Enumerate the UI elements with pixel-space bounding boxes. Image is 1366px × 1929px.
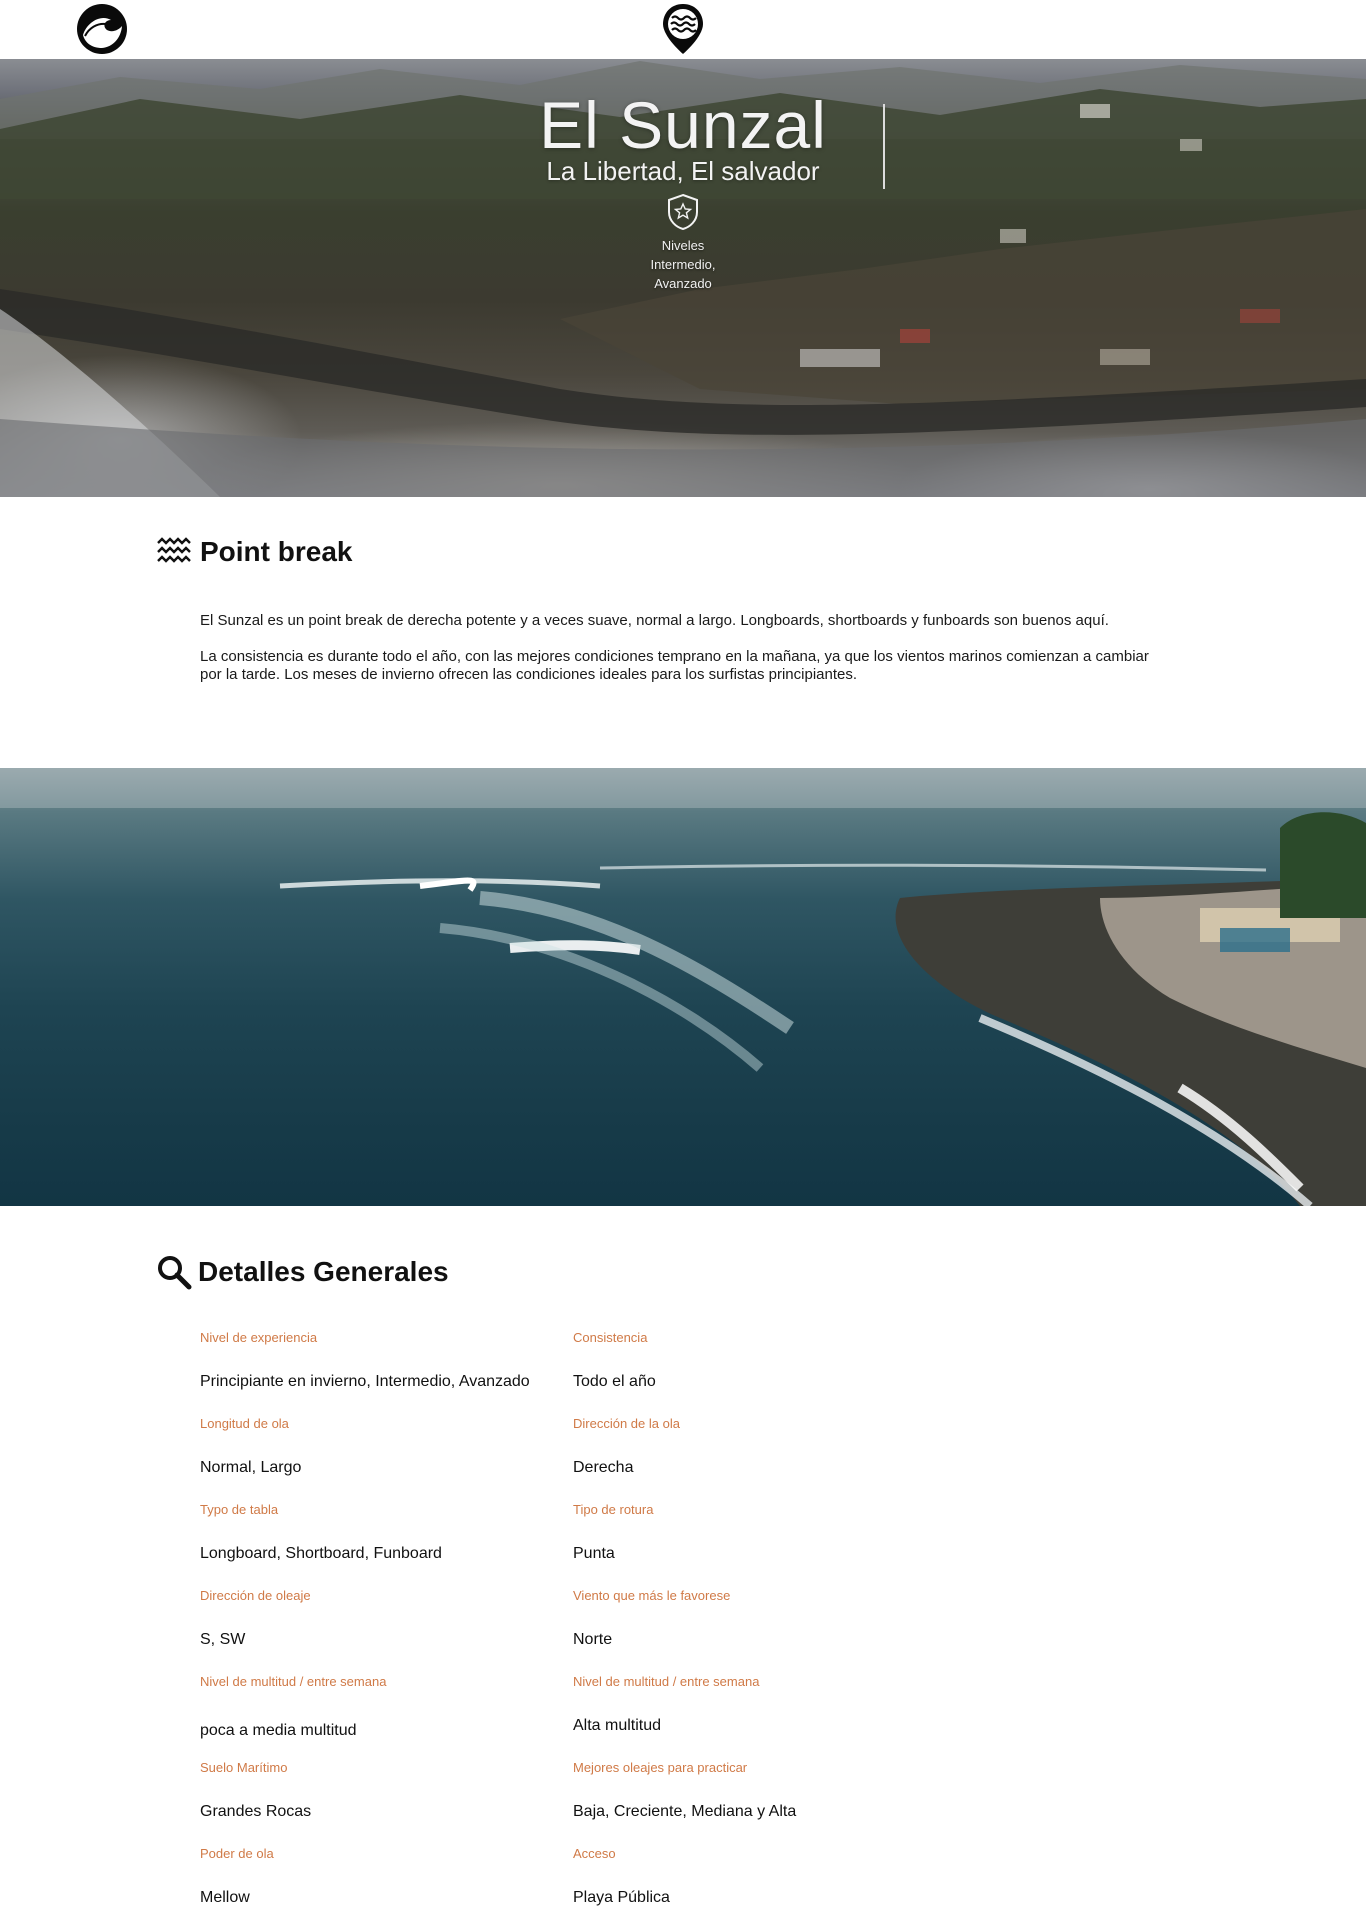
detail-value: Norte xyxy=(573,1631,613,1648)
detail-value: poca a media multitud xyxy=(200,1722,357,1739)
detail-label: Dirección de oleaje xyxy=(200,1588,311,1603)
detail-label: Acceso xyxy=(573,1846,616,1861)
page-title: El Sunzal xyxy=(539,88,827,162)
detail-value: Derecha xyxy=(573,1459,634,1476)
detail-label: Suelo Marítimo xyxy=(200,1760,288,1775)
detail-value: Normal, Largo xyxy=(200,1459,302,1476)
detail-item: Typo de tabla Longboard, Shortboard, Fun… xyxy=(200,1502,560,1563)
search-icon xyxy=(158,1256,192,1290)
detail-label: Consistencia xyxy=(573,1330,648,1345)
detail-label: Dirección de la ola xyxy=(573,1416,680,1431)
detail-item: Acceso Playa Pública xyxy=(573,1846,933,1907)
detail-label: Tipo de rotura xyxy=(573,1502,654,1517)
detail-item: Nivel de multitud / entre semana poca a … xyxy=(200,1674,560,1740)
detail-item: Nivel de multitud / entre semana Alta mu… xyxy=(573,1674,933,1735)
levels-label: Niveles xyxy=(661,238,705,253)
section-title: Detalles Generales xyxy=(198,1256,449,1287)
location-pin-waves-icon[interactable] xyxy=(660,2,706,56)
detail-value: Punta xyxy=(573,1545,615,1562)
detail-value: Principiante en invierno, Intermedio, Av… xyxy=(200,1373,530,1390)
detail-value: S, SW xyxy=(200,1631,246,1648)
detail-item: Longitud de ola Normal, Largo xyxy=(200,1416,560,1477)
star-shield-icon xyxy=(668,193,698,231)
detail-item: Poder de ola Mellow xyxy=(200,1846,560,1907)
detail-value: Alta multitud xyxy=(573,1717,662,1734)
hero-banner: El Sunzal La Libertad, El salvador Nivel… xyxy=(0,59,1366,497)
detail-item: Nivel de experiencia Principiante en inv… xyxy=(200,1330,560,1391)
detail-label: Mejores oleajes para practicar xyxy=(573,1760,748,1775)
detail-label: Nivel de experiencia xyxy=(200,1330,318,1345)
detail-item: Dirección de la ola Derecha xyxy=(573,1416,933,1477)
detail-value: Baja, Creciente, Mediana y Alta xyxy=(573,1803,797,1820)
waves-icon xyxy=(157,537,191,563)
top-bar xyxy=(0,0,1366,59)
levels-value-line2: Avanzado xyxy=(654,276,712,291)
detail-label: Viento que más le favorese xyxy=(573,1588,731,1603)
description: El Sunzal es un point break de derecha p… xyxy=(200,612,1170,702)
point-break-heading-row: Point break xyxy=(156,536,352,568)
detail-label: Nivel de multitud / entre semana xyxy=(200,1674,387,1689)
detail-item: Consistencia Todo el año xyxy=(573,1330,933,1391)
description-paragraph: El Sunzal es un point break de derecha p… xyxy=(200,612,1109,629)
detail-value: Playa Pública xyxy=(573,1889,670,1906)
detail-value: Mellow xyxy=(200,1889,250,1906)
detail-item: Suelo Marítimo Grandes Rocas xyxy=(200,1760,560,1821)
detail-value: Grandes Rocas xyxy=(200,1803,312,1820)
detail-label: Poder de ola xyxy=(200,1846,274,1861)
levels-value-line1: Intermedio, xyxy=(650,257,716,272)
wave-logo-icon[interactable] xyxy=(75,2,129,56)
detail-item: Viento que más le favorese Norte xyxy=(573,1588,933,1649)
detail-value: Longboard, Shortboard, Funboard xyxy=(200,1545,442,1562)
details-heading-row: Detalles Generales xyxy=(156,1254,449,1290)
description-paragraph: La consistencia es durante todo el año, … xyxy=(200,648,1149,683)
section-title: Point break xyxy=(200,536,353,567)
location-subtitle: La Libertad, El salvador xyxy=(546,156,820,186)
level-info: Niveles Intermedio, Avanzado xyxy=(583,236,783,293)
detail-label: Longitud de ola xyxy=(200,1416,289,1431)
detail-item: Dirección de oleaje S, SW xyxy=(200,1588,560,1649)
ocean-aerial-image xyxy=(0,768,1366,1206)
ocean-photo xyxy=(0,768,1366,1206)
detail-item: Tipo de rotura Punta xyxy=(573,1502,933,1563)
detail-label: Nivel de multitud / entre semana xyxy=(573,1674,760,1689)
detail-label: Typo de tabla xyxy=(200,1502,279,1517)
detail-value: Todo el año xyxy=(573,1373,656,1390)
detail-item: Mejores oleajes para practicar Baja, Cre… xyxy=(573,1760,933,1821)
